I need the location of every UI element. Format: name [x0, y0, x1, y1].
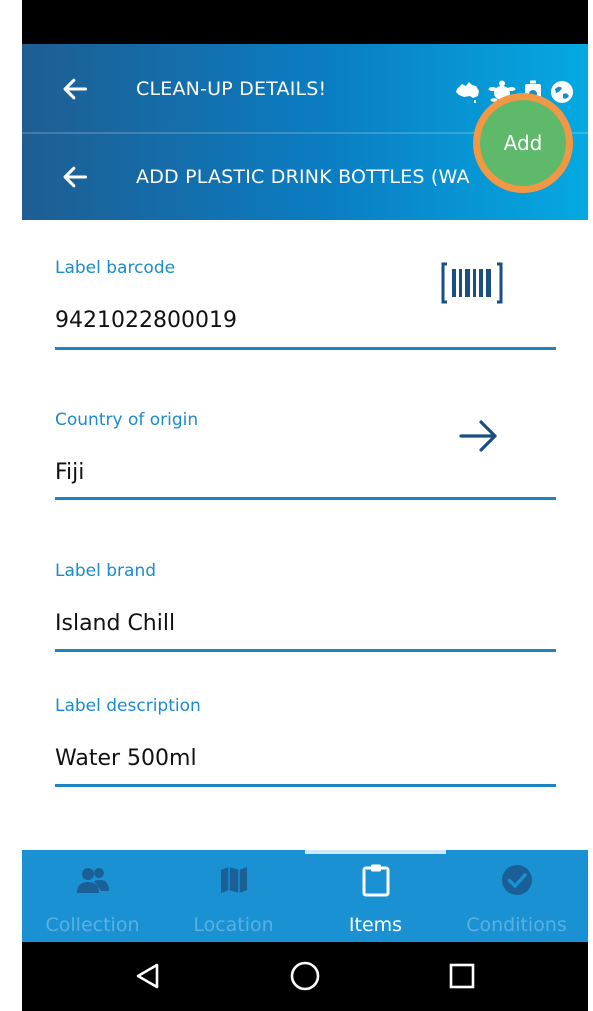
add-button[interactable]: Add: [480, 100, 566, 186]
field-underline: [55, 649, 556, 652]
australia-map-icon: [456, 82, 479, 103]
field-label: Country of origin: [55, 410, 199, 430]
brand-field[interactable]: Label brand Island Chill: [55, 561, 556, 657]
tab-label: Conditions: [466, 914, 567, 936]
brand-value[interactable]: Island Chill: [55, 611, 175, 636]
field-underline: [55, 784, 556, 787]
app-screen: CLEAN-UP DETAILS! ADD PLASTIC DRINK BOTT…: [22, 0, 588, 1011]
barcode-value[interactable]: 9421022800019: [55, 308, 237, 333]
map-icon: [216, 864, 252, 896]
field-underline: [55, 497, 556, 500]
arrow-right-icon: [459, 420, 497, 452]
barcode-icon: [441, 262, 503, 304]
status-bar: [22, 0, 588, 44]
country-select-button[interactable]: [457, 418, 501, 458]
add-button-label: Add: [503, 131, 543, 155]
section-title: ADD PLASTIC DRINK BOTTLES (WA: [136, 166, 470, 188]
people-icon: [75, 864, 111, 896]
field-label: Label brand: [55, 561, 157, 581]
system-back-button[interactable]: [130, 958, 166, 994]
home-circle-icon: [290, 961, 320, 991]
field-label: Label description: [55, 696, 201, 716]
bottom-tab-bar: Collection Location Items Conditions: [22, 850, 588, 942]
system-recents-button[interactable]: [444, 958, 480, 994]
field-label: Label barcode: [55, 258, 176, 278]
tab-collection[interactable]: Collection: [22, 850, 163, 942]
back-button[interactable]: [58, 72, 92, 106]
globe-icon: [551, 81, 573, 103]
system-home-button[interactable]: [287, 958, 323, 994]
tab-items[interactable]: Items: [305, 850, 446, 942]
system-nav-bar: [22, 942, 588, 1011]
country-field[interactable]: Country of origin Fiji: [55, 410, 556, 506]
tab-conditions[interactable]: Conditions: [446, 850, 587, 942]
back-button-secondary[interactable]: [58, 160, 92, 194]
tab-label: Collection: [45, 914, 140, 936]
recents-square-icon: [449, 963, 475, 989]
check-circle-icon: [499, 864, 535, 896]
page-title: CLEAN-UP DETAILS!: [136, 78, 327, 100]
description-field[interactable]: Label description Water 500ml: [55, 696, 556, 792]
tab-label: Location: [193, 914, 274, 936]
clipboard-icon: [358, 864, 394, 897]
barcode-field[interactable]: Label barcode 9421022800019: [55, 258, 556, 354]
arrow-left-icon: [63, 78, 88, 100]
barcode-scan-button[interactable]: [441, 262, 503, 308]
back-triangle-icon: [136, 963, 159, 989]
active-tab-indicator: [305, 850, 446, 854]
country-value[interactable]: Fiji: [55, 460, 84, 485]
tab-location[interactable]: Location: [163, 850, 304, 942]
arrow-left-icon: [63, 166, 88, 188]
field-underline: [55, 347, 556, 350]
tab-label: Items: [348, 914, 403, 936]
description-value[interactable]: Water 500ml: [55, 746, 197, 771]
